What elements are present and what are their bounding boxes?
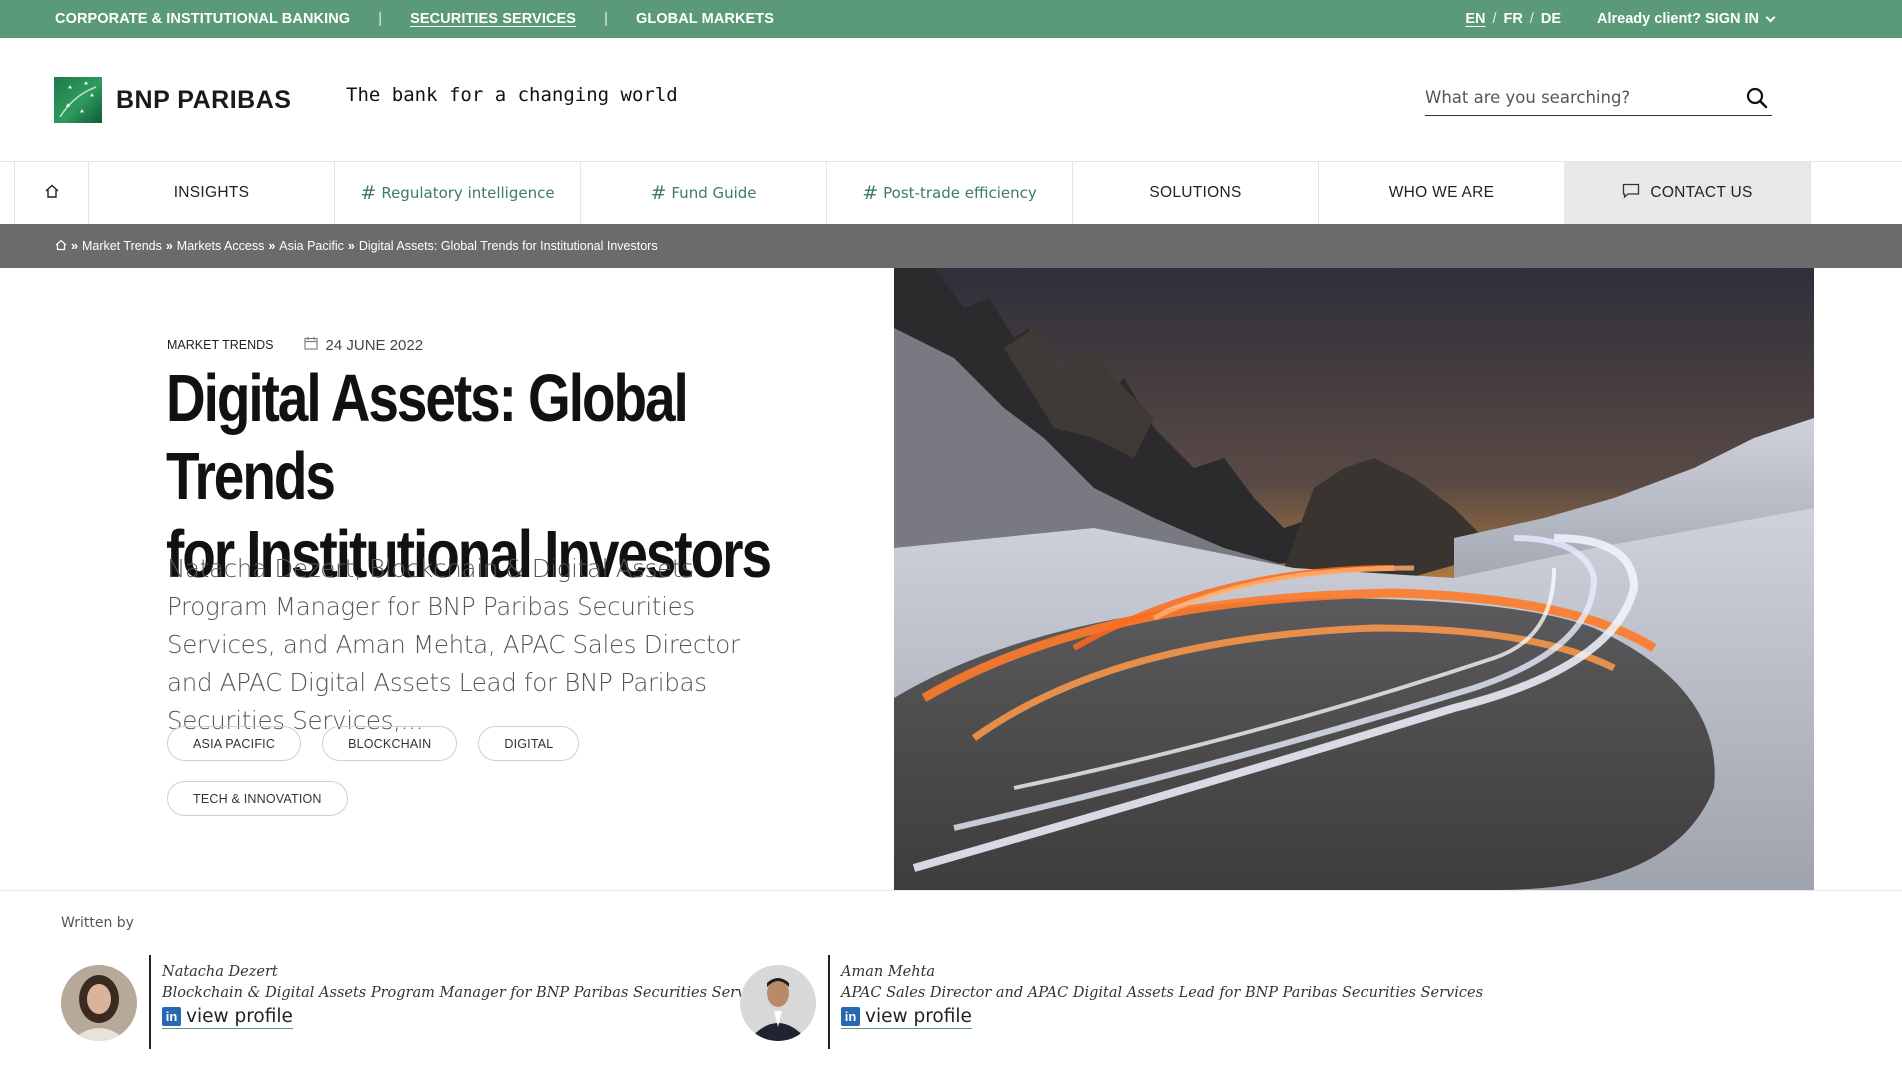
business-lines-nav: CORPORATE & INSTITUTIONAL BANKING | SECU… xyxy=(55,0,774,38)
tag-blockchain[interactable]: BLOCKCHAIN xyxy=(322,726,458,761)
linkedin-icon: in xyxy=(841,1007,860,1026)
nav-who-we-are[interactable]: WHO WE ARE xyxy=(1318,162,1564,224)
written-by-label: Written by xyxy=(61,915,134,931)
author-divider xyxy=(828,955,830,1049)
author-divider xyxy=(149,955,151,1049)
hashtag-icon: # xyxy=(360,182,377,204)
nav-label: SOLUTIONS xyxy=(1149,184,1242,201)
lang-fr[interactable]: FR xyxy=(1504,11,1523,27)
nav-home[interactable] xyxy=(14,162,88,224)
author-role: APAC Sales Director and APAC Digital Ass… xyxy=(841,985,1484,1001)
breadcrumb-current: Digital Assets: Global Trends for Instit… xyxy=(358,239,658,253)
hero-image xyxy=(894,268,1814,890)
author-info: Natacha Dezert Blockchain & Digital Asse… xyxy=(162,955,774,1049)
nav-post-trade-efficiency[interactable]: # Post-trade efficiency xyxy=(826,162,1072,224)
date-text: 24 JUNE 2022 xyxy=(325,336,424,354)
lang-separator: / xyxy=(1529,11,1534,27)
tagline: The bank for a changing world xyxy=(346,84,678,106)
topbar-right: EN / FR / DE Already client? SIGN IN xyxy=(1465,0,1776,38)
tag-digital[interactable]: DIGITAL xyxy=(478,726,580,761)
search-icon[interactable] xyxy=(1746,87,1768,114)
tag-tech-innovation[interactable]: TECH & INNOVATION xyxy=(167,781,348,816)
nav-regulatory-intelligence[interactable]: # Regulatory intelligence xyxy=(334,162,580,224)
view-profile-label: view profile xyxy=(865,1006,972,1027)
breadcrumb-separator: » xyxy=(268,239,276,253)
main-nav: INSIGHTS # Regulatory intelligence # Fund … xyxy=(14,162,1811,224)
article-category[interactable]: MARKET TRENDS xyxy=(167,338,274,352)
article-summary: Natacha Dezert, Blockchain & Digital Ass… xyxy=(167,554,740,735)
breadcrumb-home-icon[interactable] xyxy=(55,239,67,254)
nav-solutions[interactable]: SOLUTIONS xyxy=(1072,162,1318,224)
author-name: Natacha Dezert xyxy=(162,964,278,980)
nav-label: Post-trade efficiency xyxy=(883,184,1037,202)
calendar-icon xyxy=(303,336,318,354)
separator: | xyxy=(604,11,608,27)
lang-separator: / xyxy=(1492,11,1497,27)
nav-label: WHO WE ARE xyxy=(1388,184,1495,201)
title-line-1: Digital Assets: Global Trends xyxy=(166,361,689,514)
logo[interactable]: BNP PARIBAS xyxy=(54,77,291,123)
nav-label: Fund Guide xyxy=(671,184,757,202)
breadcrumb-separator: » xyxy=(71,239,78,253)
article-meta: MARKET TRENDS 24 JUNE 2022 xyxy=(167,336,423,354)
stars-logo-icon xyxy=(54,77,102,123)
nav-label: CONTACT US xyxy=(1650,184,1753,201)
written-by-section: Written by Natacha Dezert Blockchain & D… xyxy=(0,890,1902,1067)
home-icon xyxy=(44,183,60,204)
author-card: Natacha Dezert Blockchain & Digital Asse… xyxy=(61,955,774,1049)
author-avatar xyxy=(61,965,137,1041)
signin-dropdown[interactable]: Already client? SIGN IN xyxy=(1597,11,1776,27)
search-input[interactable] xyxy=(1425,78,1725,114)
link-corporate-banking[interactable]: CORPORATE & INSTITUTIONAL BANKING xyxy=(55,11,350,27)
hashtag-icon: # xyxy=(862,182,879,204)
view-profile-link[interactable]: in view profile xyxy=(162,1006,293,1029)
chevron-down-icon xyxy=(1765,12,1776,22)
nav-contact-us[interactable]: CONTACT US xyxy=(1564,162,1810,224)
breadcrumb: » Market Trends » Markets Access » Asia … xyxy=(0,224,1902,268)
link-securities-services[interactable]: SECURITIES SERVICES xyxy=(410,11,576,27)
breadcrumb-market-trends[interactable]: Market Trends xyxy=(82,239,162,253)
author-name: Aman Mehta xyxy=(841,964,936,980)
separator: | xyxy=(378,11,383,27)
signin-label: Already client? SIGN IN xyxy=(1597,11,1759,27)
top-bar: CORPORATE & INSTITUTIONAL BANKING | SECU… xyxy=(0,0,1902,38)
hashtag-icon: # xyxy=(650,182,667,204)
logo-text: BNP PARIBAS xyxy=(116,85,292,114)
article-date: 24 JUNE 2022 xyxy=(303,336,424,354)
nav-fund-guide[interactable]: # Fund Guide xyxy=(580,162,826,224)
nav-label: INSIGHTS xyxy=(173,184,250,201)
nav-label: Regulatory intelligence xyxy=(381,184,555,202)
article-tags: ASIA PACIFIC BLOCKCHAIN DIGITAL TECH & I… xyxy=(167,726,627,816)
breadcrumb-separator: » xyxy=(165,239,173,253)
nav-divider xyxy=(1810,162,1811,224)
view-profile-label: view profile xyxy=(186,1006,293,1027)
breadcrumb-markets-access[interactable]: Markets Access xyxy=(177,239,265,253)
language-switcher: EN / FR / DE xyxy=(1465,11,1561,27)
search-box xyxy=(1425,78,1772,116)
author-card: Aman Mehta APAC Sales Director and APAC … xyxy=(740,955,1483,1049)
lang-de[interactable]: DE xyxy=(1541,11,1561,27)
breadcrumb-separator: » xyxy=(347,239,355,253)
breadcrumb-asia-pacific[interactable]: Asia Pacific xyxy=(279,239,344,253)
link-global-markets[interactable]: GLOBAL MARKETS xyxy=(636,11,774,27)
linkedin-icon: in xyxy=(162,1007,181,1026)
chat-icon xyxy=(1622,183,1640,204)
nav-insights[interactable]: INSIGHTS xyxy=(88,162,334,224)
author-info: Aman Mehta APAC Sales Director and APAC … xyxy=(841,955,1483,1049)
author-role: Blockchain & Digital Assets Program Mana… xyxy=(162,985,775,1001)
lang-en[interactable]: EN xyxy=(1465,11,1485,27)
author-avatar xyxy=(740,965,816,1041)
tag-asia-pacific[interactable]: ASIA PACIFIC xyxy=(167,726,302,761)
header: BNP PARIBAS The bank for a changing worl… xyxy=(0,38,1902,162)
view-profile-link[interactable]: in view profile xyxy=(841,1006,972,1029)
